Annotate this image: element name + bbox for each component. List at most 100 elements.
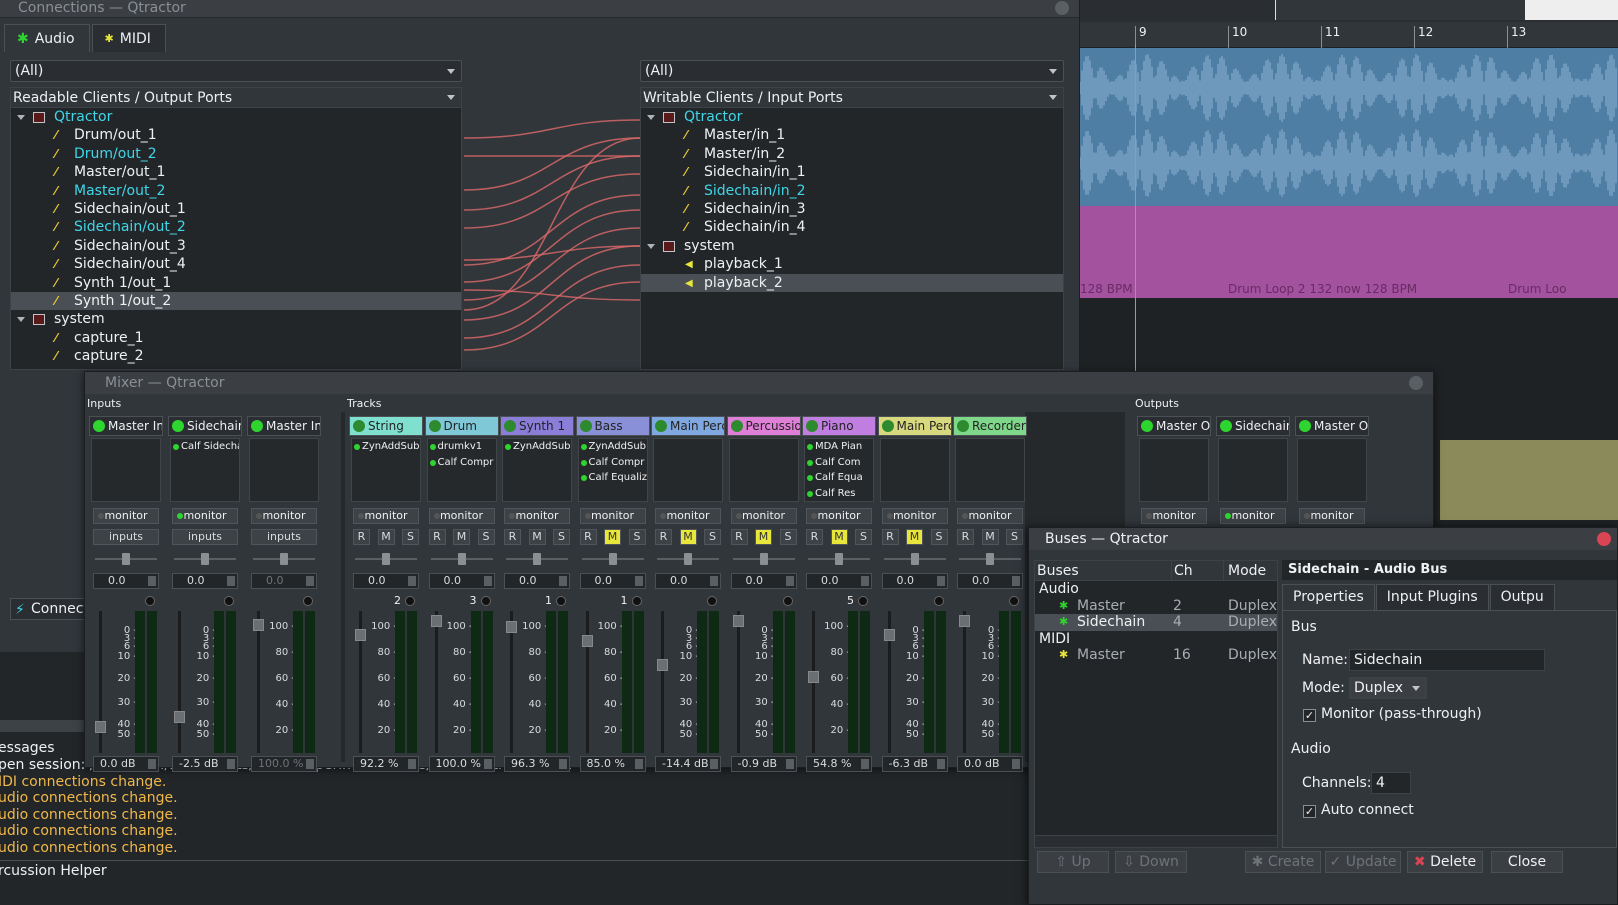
tree-port[interactable]: ⁄ Master/out_1 — [11, 163, 461, 181]
monitor-button[interactable]: monitor — [1299, 508, 1365, 524]
level-meter[interactable]: 100 -80 -60 -40 -20 - — [429, 611, 495, 753]
tree-port[interactable]: ⁄ Master/in_1 — [641, 126, 1063, 144]
tree-header[interactable]: Writable Clients / Input Ports — [641, 88, 1063, 108]
plugin-list[interactable] — [879, 438, 950, 502]
pan-knob[interactable] — [910, 553, 919, 565]
plugin-item[interactable]: drumkv1 — [428, 439, 496, 455]
gain-spinbox[interactable]: 0.0 — [172, 573, 238, 589]
mute-button[interactable]: M — [830, 529, 848, 545]
mute-button[interactable]: M — [906, 529, 923, 545]
connection-wire[interactable] — [463, 264, 641, 339]
strip-name[interactable]: Synth 1 — [500, 416, 574, 436]
pan-dial-icon[interactable] — [631, 596, 642, 606]
volume-spinbox[interactable]: 54.8 % — [806, 756, 872, 772]
monitor-button[interactable]: monitor — [504, 508, 570, 524]
fader-track[interactable] — [257, 611, 260, 753]
fader-track[interactable] — [661, 611, 664, 753]
fader-knob[interactable] — [506, 621, 517, 633]
record-button[interactable]: R — [353, 529, 370, 545]
pan-slider[interactable] — [430, 552, 493, 566]
mute-button[interactable]: M — [453, 529, 470, 545]
gain-spinbox[interactable]: 0.0 — [251, 573, 317, 589]
tab-audio[interactable]: ✱ Audio — [4, 24, 90, 52]
tree-header[interactable]: Readable Clients / Output Ports — [11, 88, 461, 108]
connection-wire[interactable] — [463, 289, 641, 301]
bus-item[interactable]: ✱ Sidechain 4 Duplex — [1035, 614, 1277, 631]
gain-spinbox[interactable]: 0.0 — [806, 573, 872, 589]
pan-slider[interactable] — [959, 552, 1021, 566]
solo-button[interactable]: S — [930, 529, 948, 545]
solo-button[interactable]: S — [704, 529, 721, 545]
pan-slider[interactable] — [732, 552, 795, 566]
connection-wire[interactable] — [463, 173, 641, 229]
pan-slider[interactable] — [808, 552, 870, 566]
monitor-button[interactable]: monitor — [881, 508, 948, 524]
gain-spinbox[interactable]: 0.0 — [428, 573, 495, 589]
level-meter[interactable]: 0 -3 -6 -10 -20 -30 -40 -50 - — [957, 611, 1023, 753]
tree-port[interactable]: ⁄ Sidechain/in_3 — [641, 200, 1063, 218]
tree-port[interactable]: ⁄ Sidechain/out_2 — [11, 218, 461, 236]
pan-knob[interactable] — [684, 553, 692, 565]
plugin-list[interactable]: Calf Sidechai — [170, 438, 240, 502]
strip-name[interactable]: Drum — [424, 416, 499, 436]
record-button[interactable]: R — [806, 529, 823, 545]
solo-button[interactable]: S — [402, 529, 419, 545]
tree-port[interactable]: ⁄ Drum/out_2 — [11, 145, 461, 163]
mute-button[interactable]: M — [377, 529, 395, 545]
tree-port[interactable]: ⁄ Sidechain/in_1 — [641, 163, 1063, 181]
plugin-item[interactable]: Calf Compr — [428, 455, 496, 471]
close-icon[interactable] — [1597, 532, 1611, 546]
pan-dial-icon[interactable] — [556, 596, 566, 606]
pan-dial-icon[interactable] — [303, 596, 313, 606]
pan-dial-icon[interactable] — [707, 596, 717, 606]
strip-name[interactable]: Sidechain In — [168, 416, 242, 436]
bus-item[interactable]: ✱ Master 2 Duplex — [1035, 598, 1277, 615]
tree-port[interactable]: ⁄ Sidechain/out_3 — [11, 237, 461, 255]
strip-name[interactable]: Bass — [575, 416, 650, 436]
fader-knob[interactable] — [732, 615, 744, 627]
pan-knob[interactable] — [986, 553, 994, 565]
fader-knob[interactable] — [808, 671, 819, 683]
tab-midi[interactable]: ✱ MIDI — [91, 24, 166, 52]
pan-knob[interactable] — [382, 553, 390, 565]
mute-button[interactable]: M — [679, 529, 697, 545]
pan-knob[interactable] — [201, 553, 209, 565]
fader-knob[interactable] — [657, 659, 668, 671]
bus-group[interactable]: Audio — [1035, 581, 1277, 598]
monitor-button[interactable]: monitor — [957, 508, 1023, 524]
tree-port[interactable]: ⁄ Synth 1/out_1 — [11, 274, 461, 292]
audio-clip-2[interactable]: 128 BPM Drum Loop 2 132 now 128 BPM Drum… — [1080, 206, 1618, 298]
record-button[interactable]: R — [957, 529, 974, 545]
monitor-button[interactable]: monitor — [251, 508, 317, 524]
tab-input-plugins[interactable]: Input Plugins — [1375, 584, 1489, 610]
monitor-button[interactable]: monitor — [1141, 508, 1207, 524]
plugin-list[interactable] — [653, 438, 723, 502]
column-header[interactable]: Mode — [1223, 561, 1266, 581]
pan-knob[interactable] — [759, 553, 768, 565]
solo-button[interactable]: S — [1006, 529, 1023, 545]
close-button[interactable]: Close — [1491, 851, 1563, 873]
pan-slider[interactable] — [174, 552, 236, 566]
level-meter[interactable]: 0 -3 -6 -10 -20 -30 -40 -50 - — [172, 611, 238, 753]
solo-button[interactable]: S — [628, 529, 646, 545]
fader-track[interactable] — [736, 611, 740, 753]
level-meter[interactable]: 100 -80 -60 -40 -20 - — [806, 611, 872, 753]
tree-port[interactable]: ⁄ Sidechain/in_2 — [641, 182, 1063, 200]
plugin-list[interactable] — [249, 438, 319, 502]
tab-properties[interactable]: Properties — [1282, 584, 1375, 610]
monitor-button[interactable]: monitor — [806, 508, 872, 524]
gain-spinbox[interactable]: 0.0 — [504, 573, 570, 589]
volume-spinbox[interactable]: -6.3 dB — [881, 756, 948, 772]
pan-knob[interactable] — [608, 553, 617, 565]
delete-button[interactable]: ✖ Delete — [1407, 851, 1483, 873]
monitor-button[interactable]: monitor — [428, 508, 495, 524]
monitor-button[interactable]: monitor — [93, 508, 159, 524]
level-meter[interactable]: 0 -3 -6 -10 -20 -30 -40 -50 - — [731, 611, 797, 753]
strip-name[interactable]: Piano — [802, 416, 876, 436]
plugin-item[interactable]: ZynAddSub — [503, 439, 571, 455]
tree-client[interactable]: system — [11, 310, 461, 328]
plugin-list[interactable]: MDA Pian Calf Com Calf Equa Calf Res — [804, 438, 874, 502]
audio-clip-3[interactable] — [1440, 440, 1618, 520]
pan-dial-icon[interactable] — [145, 596, 155, 606]
plugin-list[interactable] — [91, 438, 161, 502]
